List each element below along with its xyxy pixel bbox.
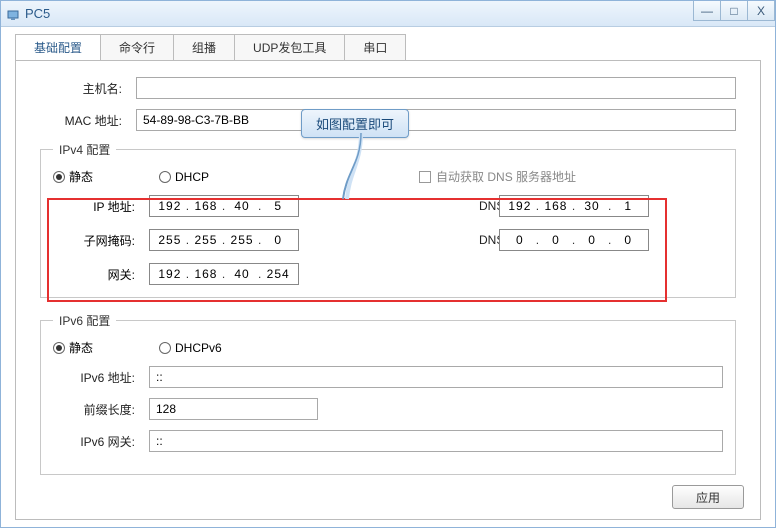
ipv6-gw-input[interactable] [149,430,723,452]
maximize-button[interactable]: □ [720,1,748,21]
dns2-label: DNS2: [439,233,499,247]
callout: 如图配置即可 [301,109,409,138]
tab-cli[interactable]: 命令行 [100,34,174,61]
ipv6-static-radio[interactable]: 静态 [53,339,93,356]
ipv6-addr-input[interactable] [149,366,723,388]
mac-input[interactable] [136,109,736,131]
title-bar: PC5 — □ X [1,1,775,27]
minimize-button[interactable]: — [693,1,721,21]
gw-label: 网关: [53,266,149,283]
ipv6-dhcp-radio[interactable]: DHCPv6 [159,341,222,355]
ipv6-prefix-input[interactable] [149,398,318,420]
tab-mcast[interactable]: 组播 [173,34,235,61]
mac-label: MAC 地址: [40,112,136,129]
ipv4-legend: IPv4 配置 [53,141,116,158]
tab-bar: 基础配置 命令行 组播 UDP发包工具 串口 [1,27,775,60]
ipv6-static-label: 静态 [69,339,93,356]
ipv4-static-label: 静态 [69,168,93,185]
dns1-label: DNS1: [439,199,499,213]
ipv6-legend: IPv6 配置 [53,312,116,329]
tab-serial[interactable]: 串口 [344,34,406,61]
tab-basic[interactable]: 基础配置 [15,34,101,61]
ipv6-dhcp-label: DHCPv6 [175,341,222,355]
callout-pointer-icon [341,133,381,203]
gw-input[interactable]: 192. 168. 40. 254 [149,263,299,285]
window-title: PC5 [25,6,50,21]
app-icon [5,6,21,22]
close-button[interactable]: X [747,1,775,21]
ipv6-gw-label: IPv6 网关: [53,433,149,450]
ipv6-prefix-label: 前缀长度: [53,401,149,418]
app-window: PC5 — □ X 基础配置 命令行 组播 UDP发包工具 串口 主机名: MA… [0,0,776,528]
dns2-input[interactable]: 0. 0. 0. 0 [499,229,649,251]
autodns-checkbox[interactable]: 自动获取 DNS 服务器地址 [419,168,576,185]
apply-button[interactable]: 应用 [672,485,744,509]
tab-udp[interactable]: UDP发包工具 [234,34,345,61]
ipv4-dhcp-label: DHCP [175,170,209,184]
dns1-input[interactable]: 192. 168. 30. 1 [499,195,649,217]
autodns-label: 自动获取 DNS 服务器地址 [436,168,576,185]
ipv4-static-radio[interactable]: 静态 [53,168,93,185]
hostname-input[interactable] [136,77,736,99]
ip-label: IP 地址: [53,198,149,215]
hostname-label: 主机名: [40,80,136,97]
ipv4-fieldset: IPv4 配置 静态 DHCP 自动获取 DNS 服务器地址 IP 地址: [40,141,736,298]
ipv4-dhcp-radio[interactable]: DHCP [159,170,209,184]
mask-label: 子网掩码: [53,232,149,249]
ip-input[interactable]: 192. 168. 40. 5 [149,195,299,217]
ipv6-fieldset: IPv6 配置 静态 DHCPv6 IPv6 地址: 前缀长度: [40,312,736,475]
mask-input[interactable]: 255. 255. 255. 0 [149,229,299,251]
ipv6-addr-label: IPv6 地址: [53,369,149,386]
